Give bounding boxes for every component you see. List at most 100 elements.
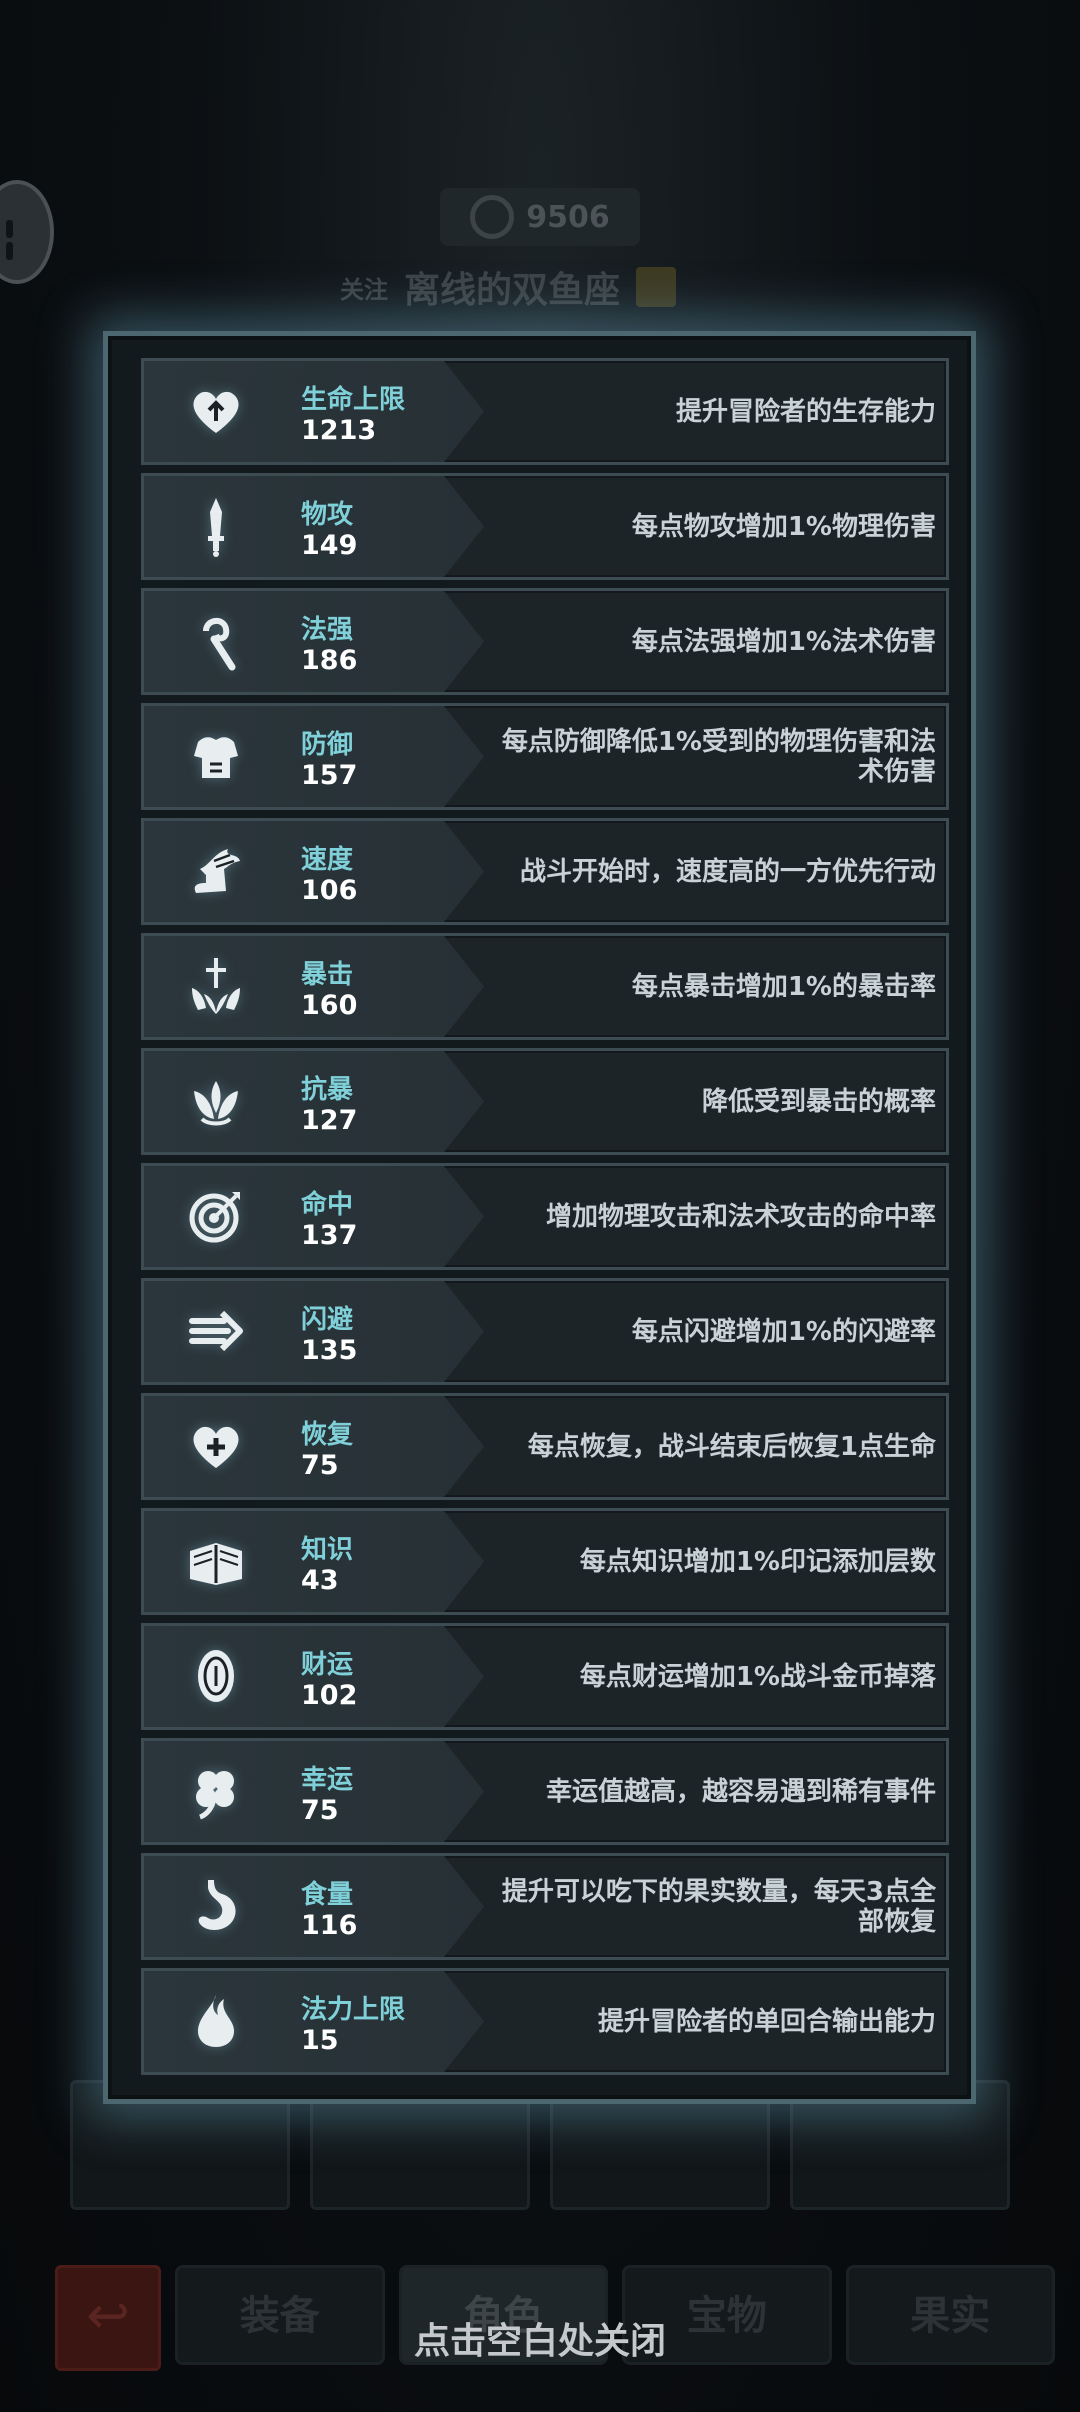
stat-row: 抗暴 127 降低受到暴击的概率 <box>141 1048 949 1155</box>
stat-row: 命中 137 增加物理攻击和法术攻击的命中率 <box>141 1163 949 1270</box>
stat-description: 每点知识增加1%印记添加层数 <box>496 1511 936 1612</box>
stat-description-text: 提升冒险者的单回合输出能力 <box>597 2006 936 2037</box>
stat-row: 财运 102 每点财运增加1%战斗金币掉落 <box>141 1623 949 1730</box>
stat-name: 暴击 <box>301 960 354 990</box>
stat-name: 幸运 <box>301 1765 354 1795</box>
stat-row: 暴击 160 每点暴击增加1%的暴击率 <box>141 933 949 1040</box>
stat-name: 财运 <box>301 1650 354 1680</box>
stat-description-text: 每点知识增加1%印记添加层数 <box>579 1546 936 1577</box>
stat-description-text: 提升冒险者的生存能力 <box>675 396 936 427</box>
stat-row: 物攻 149 每点物攻增加1%物理伤害 <box>141 473 949 580</box>
score-badge: 9506 <box>440 188 640 246</box>
sword-icon <box>184 494 248 558</box>
stat-name: 命中 <box>301 1190 354 1220</box>
stat-name: 速度 <box>301 845 354 875</box>
stat-row: 幸运 75 幸运值越高，越容易遇到稀有事件 <box>141 1738 949 1845</box>
close-hint: 点击空白处关闭 <box>413 2321 666 2362</box>
stat-name: 食量 <box>301 1880 354 1910</box>
coin-icon <box>184 1644 248 1708</box>
stat-description-text: 每点暴击增加1%的暴击率 <box>631 971 936 1002</box>
stat-row: 食量 116 提升可以吃下的果实数量，每天3点全部恢复 <box>141 1853 949 1960</box>
stat-description-text: 每点闪避增加1%的闪避率 <box>631 1316 936 1347</box>
follow-label: 关注 <box>340 275 388 304</box>
stat-description-text: 幸运值越高，越容易遇到稀有事件 <box>545 1776 936 1807</box>
stat-row: 恢复 75 每点恢复，战斗结束后恢复1点生命 <box>141 1393 949 1500</box>
stats-panel: 生命上限 1213 提升冒险者的生存能力 物攻 149 每点物攻增加1%物理伤害… <box>103 331 976 2104</box>
stat-value: 75 <box>301 1795 339 1826</box>
stat-name: 防御 <box>301 730 354 760</box>
stat-description: 每点法强增加1%法术伤害 <box>496 591 936 692</box>
stat-row: 法强 186 每点法强增加1%法术伤害 <box>141 588 949 695</box>
stat-value: 137 <box>301 1220 358 1251</box>
staff-icon <box>184 609 248 673</box>
stat-value: 135 <box>301 1335 358 1366</box>
armor-icon <box>184 724 248 788</box>
stat-description-text: 每点防御降低1%受到的物理伤害和法术伤害 <box>501 726 936 787</box>
stat-value: 43 <box>301 1565 339 1596</box>
stat-value: 1213 <box>301 415 377 446</box>
stomach-icon <box>184 1874 248 1938</box>
stat-name: 抗暴 <box>301 1075 354 1105</box>
heart-up-icon <box>184 379 248 443</box>
stat-description: 幸运值越高，越容易遇到稀有事件 <box>496 1741 936 1842</box>
stat-description: 每点暴击增加1%的暴击率 <box>496 936 936 1037</box>
stat-description-text: 每点法强增加1%法术伤害 <box>631 626 936 657</box>
target-icon <box>184 1184 248 1248</box>
stat-value: 127 <box>301 1105 358 1136</box>
stat-description-text: 增加物理攻击和法术攻击的命中率 <box>545 1201 936 1232</box>
stat-description: 每点闪避增加1%的闪避率 <box>496 1281 936 1382</box>
stat-description: 每点恢复，战斗结束后恢复1点生命 <box>496 1396 936 1497</box>
stat-name: 物攻 <box>301 500 354 530</box>
stat-value: 102 <box>301 1680 358 1711</box>
edit-icon <box>636 267 677 307</box>
stat-row: 防御 157 每点防御降低1%受到的物理伤害和法术伤害 <box>141 703 949 810</box>
stat-description-text: 战斗开始时，速度高的一方优先行动 <box>519 856 936 887</box>
stat-description-text: 每点物攻增加1%物理伤害 <box>631 511 936 542</box>
stat-row: 法力上限 15 提升冒险者的单回合输出能力 <box>141 1968 949 2075</box>
stat-description: 每点财运增加1%战斗金币掉落 <box>496 1626 936 1727</box>
stat-value: 149 <box>301 530 358 561</box>
stat-description: 每点防御降低1%受到的物理伤害和法术伤害 <box>496 706 936 807</box>
stat-description: 降低受到暴击的概率 <box>496 1051 936 1152</box>
stat-name: 生命上限 <box>301 385 406 415</box>
dodge-arrows-icon <box>184 1299 248 1363</box>
stat-name: 法力上限 <box>301 1995 406 2025</box>
stat-description: 提升可以吃下的果实数量，每天3点全部恢复 <box>496 1856 936 1957</box>
stat-value: 15 <box>301 2025 339 2056</box>
book-icon <box>184 1529 248 1593</box>
stat-description: 提升冒险者的单回合输出能力 <box>496 1971 936 2072</box>
stat-description: 提升冒险者的生存能力 <box>496 361 936 462</box>
stat-description: 每点物攻增加1%物理伤害 <box>496 476 936 577</box>
player-name-bar: 关注 离线的双鱼座 <box>340 262 677 312</box>
stat-row: 知识 43 每点知识增加1%印记添加层数 <box>141 1508 949 1615</box>
stat-value: 75 <box>301 1450 339 1481</box>
stat-list: 生命上限 1213 提升冒险者的生存能力 物攻 149 每点物攻增加1%物理伤害… <box>141 358 949 2083</box>
stat-value: 106 <box>301 875 358 906</box>
crit-burst-icon <box>184 954 248 1018</box>
crit-resist-icon <box>184 1069 248 1133</box>
stat-value: 160 <box>301 990 358 1021</box>
winged-boot-icon <box>184 839 248 903</box>
stat-description-text: 提升可以吃下的果实数量，每天3点全部恢复 <box>501 1876 936 1937</box>
stat-name: 知识 <box>301 1535 354 1565</box>
score-value: 9506 <box>526 199 610 235</box>
stat-description-text: 降低受到暴击的概率 <box>701 1086 936 1117</box>
stat-description-text: 每点财运增加1%战斗金币掉落 <box>579 1661 936 1692</box>
stat-description-text: 每点恢复，战斗结束后恢复1点生命 <box>527 1431 936 1462</box>
stat-description: 战斗开始时，速度高的一方优先行动 <box>496 821 936 922</box>
stat-value: 157 <box>301 760 358 791</box>
stat-value: 186 <box>301 645 358 676</box>
stat-description: 增加物理攻击和法术攻击的命中率 <box>496 1166 936 1267</box>
stat-value: 116 <box>301 1910 358 1941</box>
clover-icon <box>184 1759 248 1823</box>
stat-row: 速度 106 战斗开始时，速度高的一方优先行动 <box>141 818 949 925</box>
stat-name: 法强 <box>301 615 354 645</box>
stat-name: 闪避 <box>301 1305 354 1335</box>
stat-name: 恢复 <box>301 1420 354 1450</box>
heart-plus-icon <box>184 1414 248 1478</box>
stat-row: 闪避 135 每点闪避增加1%的闪避率 <box>141 1278 949 1385</box>
player-name: 离线的双鱼座 <box>404 270 621 311</box>
mana-drop-icon <box>184 1989 248 2053</box>
stat-row: 生命上限 1213 提升冒险者的生存能力 <box>141 358 949 465</box>
rank-icon <box>470 195 515 239</box>
